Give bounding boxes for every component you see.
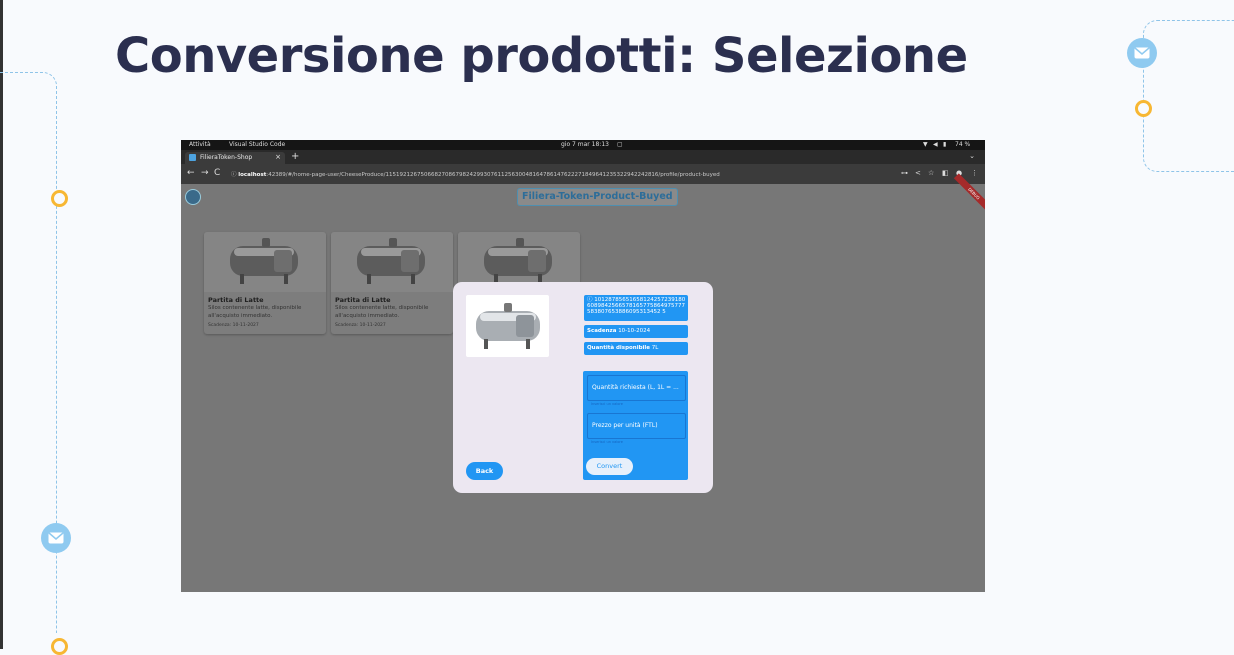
card-expiry: Scadenza: 10-11-2027 [208, 323, 259, 328]
silo-image [204, 232, 326, 292]
wifi-icon: ▼ [923, 141, 928, 148]
unit-price-help: Inserisci un valore [591, 440, 623, 444]
quantity-value: 7L [651, 345, 659, 351]
card-description: Silos contenente latte, disponibile all'… [208, 305, 302, 319]
back-arrow-icon[interactable]: ← [187, 168, 195, 178]
url-path: :42389/#/home-page-user/CheeseProduce/11… [266, 172, 720, 178]
mail-icon [41, 523, 71, 553]
url-field[interactable]: ⓘ localhost:42389/#/home-page-user/Chees… [231, 170, 720, 178]
decorative-dashed-line-right [1143, 20, 1234, 172]
quantity-label: Quantità disponibile [587, 345, 651, 351]
share-icon[interactable]: < [915, 169, 921, 177]
silo-image [466, 295, 549, 357]
expiry-value: 10-10-2024 [618, 328, 651, 334]
address-bar: ← → C ⓘ localhost:42389/#/home-page-user… [181, 164, 985, 184]
decorative-ring-icon [51, 638, 68, 655]
browser-tab[interactable]: FilieraToken-Shop × [185, 152, 285, 164]
logo-icon[interactable] [185, 189, 201, 205]
requested-quantity-help: Inserisci un valore [591, 402, 623, 406]
product-card[interactable]: Partita di Latte Silos contenente latte,… [331, 232, 453, 334]
convert-dialog: ⓘ 10128785651658124257239180608984256657… [453, 282, 713, 493]
sidebar-icon[interactable]: ◧ [942, 169, 949, 177]
card-title: Partita di Latte [335, 296, 391, 304]
browser-tab-strip: FilieraToken-Shop × + ⌄ [181, 150, 985, 164]
new-tab-button[interactable]: + [291, 151, 299, 162]
close-tab-icon[interactable]: × [275, 153, 281, 161]
quantity-box: Quantità disponibile 7L [584, 342, 688, 355]
url-host: localhost [238, 172, 267, 178]
product-card[interactable]: Partita di Latte Silos contenente latte,… [204, 232, 326, 334]
convert-button[interactable]: Convert [586, 458, 633, 475]
app-screenshot: Attività Visual Studio Code gio 7 mar 18… [181, 140, 985, 592]
decorative-ring-icon [1135, 100, 1152, 117]
mail-icon [1127, 38, 1157, 68]
unit-price-placeholder: Prezzo per unità (FTL) [592, 422, 658, 429]
star-icon[interactable]: ☆ [928, 169, 934, 177]
reload-icon[interactable]: C [214, 168, 220, 178]
favicon-icon [189, 154, 196, 161]
notification-icon: ▢ [617, 141, 623, 148]
token-id-text: ⓘ 10128785651658124257239180608984256657… [587, 297, 686, 315]
chevron-down-icon[interactable]: ⌄ [969, 152, 975, 160]
convert-form: Quantità richiesta (L, 1L = ... Inserisc… [583, 371, 688, 480]
volume-icon: ◀ [933, 141, 938, 148]
clock-label[interactable]: gio 7 mar 18:13 [561, 141, 609, 148]
key-icon[interactable]: ⊶ [901, 169, 908, 177]
forward-arrow-icon[interactable]: → [201, 168, 209, 178]
mic-icon: ▮ [943, 141, 947, 148]
app-title: Filiera-Token-Product-Buyed [517, 188, 678, 206]
decorative-ring-icon [51, 190, 68, 207]
system-top-bar: Attività Visual Studio Code gio 7 mar 18… [181, 140, 985, 150]
battery-label[interactable]: 74 % [955, 141, 970, 148]
back-button[interactable]: Back [466, 462, 503, 480]
activities-label[interactable]: Attività [189, 141, 211, 148]
expiry-label: Scadenza [587, 328, 617, 334]
card-expiry: Scadenza: 10-11-2027 [335, 323, 386, 328]
requested-quantity-field[interactable]: Quantità richiesta (L, 1L = ... [587, 375, 686, 401]
requested-quantity-placeholder: Quantità richiesta (L, 1L = ... [592, 384, 679, 391]
tab-title: FilieraToken-Shop [200, 154, 253, 161]
expiry-box: Scadenza 10-10-2024 [584, 325, 688, 338]
token-id-box: ⓘ 10128785651658124257239180608984256657… [584, 295, 688, 321]
flutter-app: Filiera-Token-Product-Buyed DEBUG Partit… [181, 173, 985, 592]
silo-image [331, 232, 453, 292]
menu-icon[interactable]: ⋮ [971, 169, 978, 177]
card-description: Silos contenente latte, disponibile all'… [335, 305, 429, 319]
vscode-label[interactable]: Visual Studio Code [229, 141, 285, 148]
card-title: Partita di Latte [208, 296, 264, 304]
slide-title: Conversione prodotti: Selezione [115, 28, 968, 84]
unit-price-field[interactable]: Prezzo per unità (FTL) [587, 413, 686, 439]
